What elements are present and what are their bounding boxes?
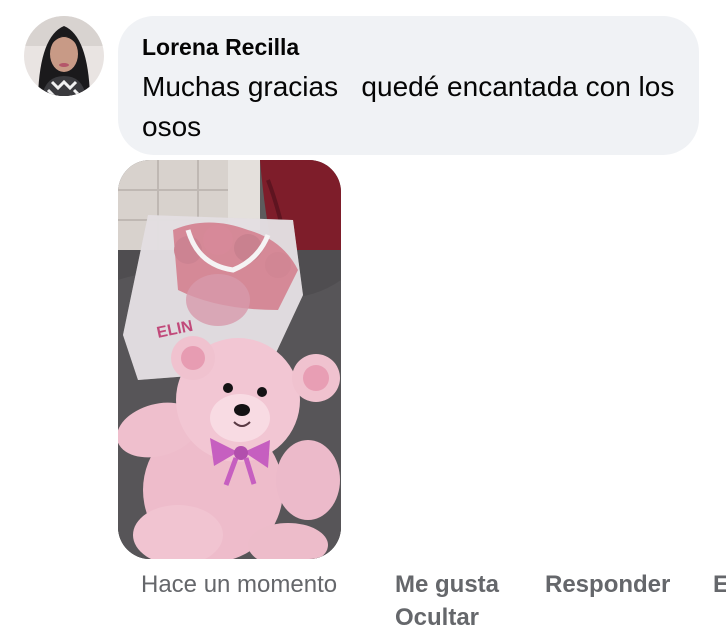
- comment-actions: Hace un momento Me gusta Responder E Ocu…: [0, 568, 726, 637]
- teddy-bear-image: ELIN: [118, 160, 341, 559]
- comment-photo[interactable]: ELIN: [118, 160, 341, 559]
- reply-button[interactable]: Responder: [545, 568, 670, 602]
- comment-bubble: Lorena Recilla Muchas gracias quedé enca…: [118, 16, 699, 155]
- like-button[interactable]: Me gusta: [395, 568, 499, 602]
- comment-author[interactable]: Lorena Recilla: [142, 33, 675, 61]
- truncated-action[interactable]: E: [713, 568, 726, 602]
- hide-button[interactable]: Ocultar: [395, 601, 479, 635]
- author-avatar[interactable]: [24, 16, 104, 96]
- comment-timestamp[interactable]: Hace un momento: [141, 568, 337, 602]
- avatar-image: [24, 16, 104, 96]
- comment-text: Muchas gracias quedé encantada con los o…: [142, 71, 683, 142]
